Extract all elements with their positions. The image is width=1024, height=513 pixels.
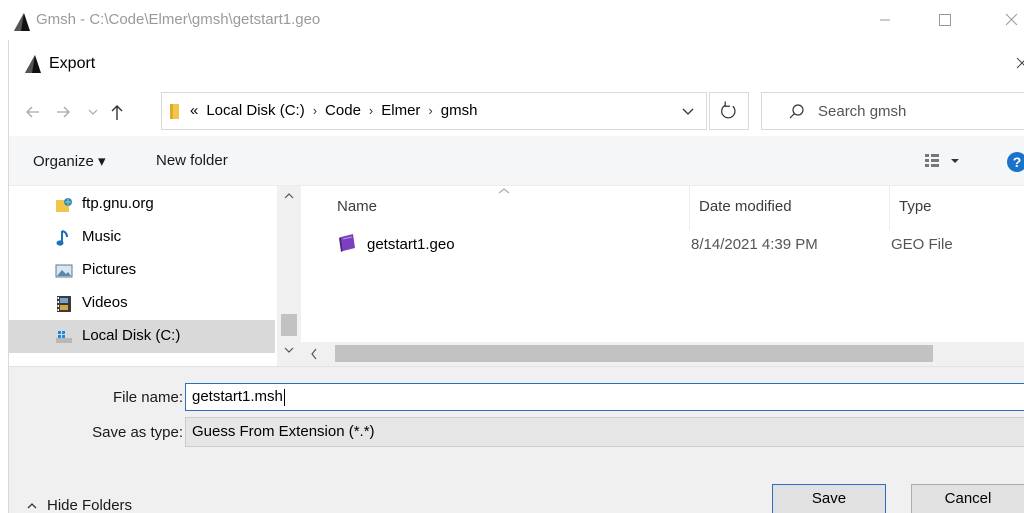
column-divider[interactable] xyxy=(689,186,690,230)
close-window-button[interactable] xyxy=(988,0,1024,40)
save-type-label: Save as type: xyxy=(92,424,183,441)
cancel-button[interactable]: Cancel xyxy=(911,484,1024,513)
file-name-input[interactable]: getstart1.msh xyxy=(185,383,1024,411)
file-name-value: getstart1.msh xyxy=(192,388,283,405)
nav-item-label: Local Disk (C:) xyxy=(82,327,181,344)
nav-item-label: Pictures xyxy=(82,261,137,278)
change-view-icon[interactable] xyxy=(921,150,967,172)
scrollbar-thumb[interactable] xyxy=(281,314,297,336)
address-dropdown-chevron-icon[interactable] xyxy=(678,101,698,121)
file-row[interactable]: getstart1.geo 8/14/2021 4:39 PM GEO File xyxy=(323,230,1023,260)
breadcrumb-code[interactable]: Code xyxy=(325,102,361,119)
navigation-bar: « Local Disk (C:) › Code › Elmer › gmsh … xyxy=(9,88,1024,136)
command-toolbar: Organize ▾ New folder ? xyxy=(9,136,1024,186)
scroll-up-icon[interactable] xyxy=(284,192,294,200)
scroll-down-icon[interactable] xyxy=(284,346,294,354)
new-folder-button[interactable]: New folder xyxy=(156,152,228,169)
window-titlebar: Gmsh - C:\Code\Elmer\gmsh\getstart1.geo xyxy=(0,0,1024,40)
save-type-select[interactable]: Guess From Extension (*.*) xyxy=(185,417,1024,447)
column-header-date[interactable]: Date modified xyxy=(699,198,792,226)
videos-icon xyxy=(57,296,71,312)
gmsh-logo-icon xyxy=(14,13,30,31)
search-input[interactable]: Search gmsh xyxy=(818,103,906,120)
horizontal-scrollbar[interactable] xyxy=(301,342,1024,366)
search-icon xyxy=(789,104,804,119)
save-button[interactable]: Save xyxy=(772,484,886,513)
pictures-icon xyxy=(55,264,73,278)
chevron-right-icon[interactable]: › xyxy=(313,103,317,118)
network-folder-icon xyxy=(56,198,72,212)
breadcrumb: « Local Disk (C:) › Code › Elmer › gmsh xyxy=(190,102,477,119)
address-bar[interactable]: « Local Disk (C:) › Code › Elmer › gmsh xyxy=(161,92,707,130)
hide-folders-toggle[interactable]: Hide Folders xyxy=(27,497,132,513)
nav-item-label: Videos xyxy=(82,294,128,311)
nav-item-videos[interactable]: Videos xyxy=(9,287,275,320)
forward-arrow-icon[interactable] xyxy=(53,100,73,124)
nav-item-local-disk[interactable]: Local Disk (C:) xyxy=(9,320,275,353)
file-name-label: File name: xyxy=(112,389,183,406)
music-icon xyxy=(56,230,68,246)
column-divider[interactable] xyxy=(889,186,890,230)
breadcrumb-local-disk[interactable]: Local Disk (C:) xyxy=(206,102,304,119)
search-box[interactable]: Search gmsh xyxy=(761,92,1024,130)
window-title: Gmsh - C:\Code\Elmer\gmsh\getstart1.geo xyxy=(36,11,321,28)
nav-item-label: Music xyxy=(82,228,122,245)
scrollbar-thumb[interactable] xyxy=(335,345,933,362)
save-type-value: Guess From Extension (*.*) xyxy=(192,423,375,440)
dialog-close-icon[interactable] xyxy=(1013,50,1024,76)
gmsh-logo-icon xyxy=(25,55,41,73)
up-arrow-icon[interactable] xyxy=(107,100,127,124)
column-header-type[interactable]: Type xyxy=(899,198,932,226)
file-date: 8/14/2021 4:39 PM xyxy=(691,236,818,253)
file-type: GEO File xyxy=(891,236,953,253)
hide-folders-label: Hide Folders xyxy=(47,497,133,513)
navigation-scrollbar[interactable] xyxy=(277,186,301,366)
drive-icon xyxy=(56,331,72,343)
column-header-name[interactable]: Name xyxy=(337,198,377,226)
chevron-right-icon[interactable]: › xyxy=(428,103,432,118)
back-arrow-icon[interactable] xyxy=(23,100,43,124)
nav-item-pictures[interactable]: Pictures xyxy=(9,254,275,287)
text-caret xyxy=(283,388,285,406)
folder-icon xyxy=(170,104,179,119)
help-button[interactable]: ? xyxy=(1007,152,1024,172)
recent-locations-chevron-icon[interactable] xyxy=(85,100,101,124)
refresh-button[interactable] xyxy=(709,92,749,130)
save-form: File name: getstart1.msh Save as type: G… xyxy=(9,366,1024,513)
maximize-button[interactable] xyxy=(922,0,968,40)
chevron-up-icon xyxy=(27,502,37,508)
chevron-right-icon[interactable]: › xyxy=(369,103,373,118)
organize-button[interactable]: Organize ▾ xyxy=(33,152,106,170)
dialog-titlebar: Export xyxy=(9,40,1024,88)
nav-item-label: ftp.gnu.org xyxy=(82,195,154,212)
geo-file-icon xyxy=(339,234,355,252)
nav-item-music[interactable]: Music xyxy=(9,221,275,254)
dialog-title: Export xyxy=(49,55,96,72)
breadcrumb-elmer[interactable]: Elmer xyxy=(381,102,420,119)
breadcrumb-overflow[interactable]: « xyxy=(190,102,198,119)
file-name: getstart1.geo xyxy=(367,236,455,253)
scroll-left-icon[interactable] xyxy=(309,345,319,363)
navigation-pane: ftp.gnu.org Music Pictures Videos Local … xyxy=(9,186,301,366)
export-dialog: Export « Local Disk (C:) › Code › Elmer … xyxy=(8,40,1024,513)
breadcrumb-gmsh[interactable]: gmsh xyxy=(441,102,478,119)
nav-item-ftp[interactable]: ftp.gnu.org xyxy=(9,188,275,221)
minimize-button[interactable] xyxy=(862,0,908,40)
sort-indicator-icon xyxy=(498,188,510,194)
file-list: Name Date modified Type getstart1.geo 8/… xyxy=(301,186,1024,366)
